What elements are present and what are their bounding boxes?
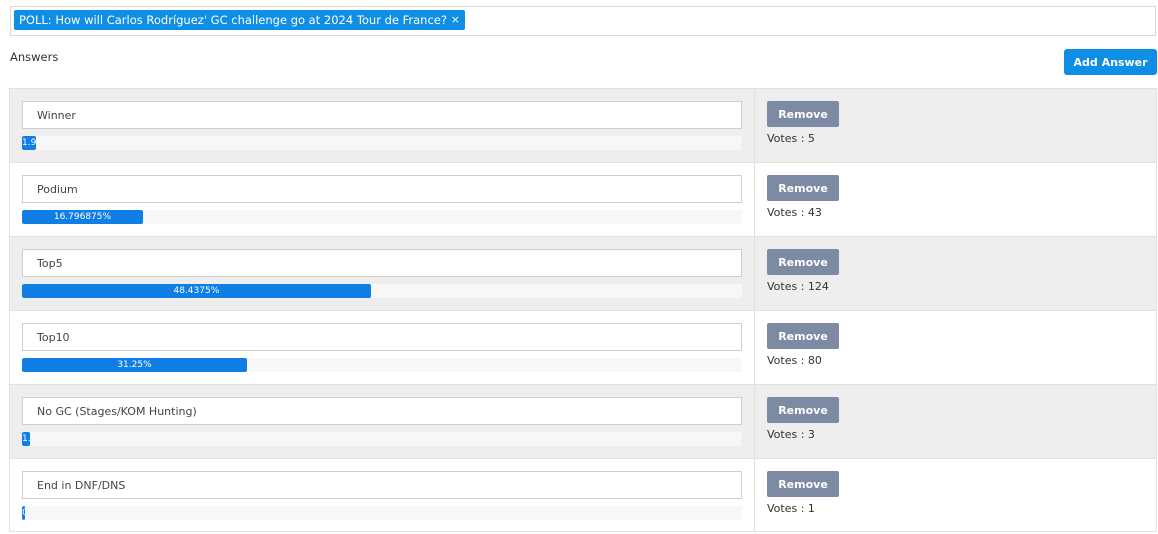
answer-row: 1.953125% Remove Votes : 5 — [9, 89, 1157, 163]
remove-button[interactable]: Remove — [767, 249, 839, 275]
answer-input[interactable] — [22, 249, 742, 277]
answer-row: 1.171875% Remove Votes : 3 — [9, 385, 1157, 459]
vote-progress-fill: 31.25% — [22, 358, 247, 372]
vote-progress-fill: 1.953125% — [22, 136, 37, 150]
poll-tag-label: POLL: How will Carlos Rodríguez' GC chal… — [19, 13, 447, 27]
answer-input[interactable] — [22, 175, 742, 203]
votes-count: Votes : 124 — [767, 280, 829, 293]
vote-progress-fill: 1.171875% — [22, 432, 31, 446]
answer-row: 31.25% Remove Votes : 80 — [9, 311, 1157, 385]
votes-count: Votes : 3 — [767, 428, 815, 441]
answers-heading: Answers — [10, 50, 59, 64]
close-icon[interactable]: × — [451, 10, 460, 30]
vote-progress-bar: 0.390625% — [22, 506, 742, 520]
add-answer-button[interactable]: Add Answer — [1064, 49, 1157, 75]
poll-tag-input[interactable]: POLL: How will Carlos Rodríguez' GC chal… — [10, 6, 1156, 36]
vote-progress-bar: 16.796875% — [22, 210, 742, 224]
answers-table: 1.953125% Remove Votes : 5 16.796875% Re… — [9, 88, 1157, 532]
answer-row: 0.390625% Remove Votes : 1 — [9, 459, 1157, 532]
remove-button[interactable]: Remove — [767, 471, 839, 497]
remove-button[interactable]: Remove — [767, 175, 839, 201]
vote-progress-bar: 31.25% — [22, 358, 742, 372]
answer-input[interactable] — [22, 397, 742, 425]
remove-button[interactable]: Remove — [767, 101, 839, 127]
vote-progress-fill: 16.796875% — [22, 210, 143, 224]
remove-button[interactable]: Remove — [767, 397, 839, 423]
answer-input[interactable] — [22, 323, 742, 351]
votes-count: Votes : 5 — [767, 132, 815, 145]
answer-row: 16.796875% Remove Votes : 43 — [9, 163, 1157, 237]
votes-count: Votes : 43 — [767, 206, 822, 219]
vote-progress-bar: 48.4375% — [22, 284, 742, 298]
remove-button[interactable]: Remove — [767, 323, 839, 349]
answer-input[interactable] — [22, 101, 742, 129]
vote-progress-bar: 1.171875% — [22, 432, 742, 446]
vote-progress-fill: 48.4375% — [22, 284, 371, 298]
poll-tag: POLL: How will Carlos Rodríguez' GC chal… — [14, 10, 465, 30]
answer-input[interactable] — [22, 471, 742, 499]
votes-count: Votes : 1 — [767, 502, 815, 515]
vote-progress-fill: 0.390625% — [22, 506, 25, 520]
vote-progress-bar: 1.953125% — [22, 136, 742, 150]
votes-count: Votes : 80 — [767, 354, 822, 367]
answer-row: 48.4375% Remove Votes : 124 — [9, 237, 1157, 311]
